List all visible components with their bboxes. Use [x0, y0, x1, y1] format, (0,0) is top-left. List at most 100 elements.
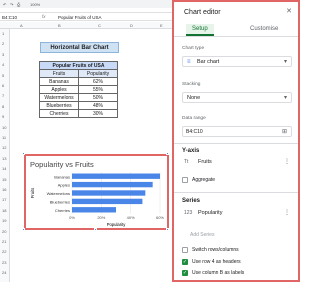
stacking-label: Stacking [182, 82, 201, 87]
column-headers: A B C D E [0, 22, 172, 29]
fx-icon: fx [42, 14, 46, 19]
popularity-cell[interactable]: 55% [78, 85, 118, 94]
checkbox-checked-icon: ✓ [182, 270, 188, 276]
text-type-icon: Tt [184, 159, 189, 165]
row-header[interactable]: 5 [2, 73, 4, 78]
row-header[interactable]: 7 [2, 93, 4, 98]
popularity-cell[interactable]: 48% [78, 101, 118, 110]
popularity-cell[interactable]: 50% [78, 93, 118, 102]
fruit-cell[interactable]: Watermelons [39, 93, 79, 102]
row-header[interactable]: 16 [2, 187, 6, 192]
series-section-title: Series [182, 198, 201, 204]
row-header[interactable]: 3 [2, 52, 4, 57]
table-row: Cherries 30% [39, 109, 118, 118]
category-label: Blueberries [50, 199, 70, 204]
row-header[interactable]: 4 [2, 62, 4, 67]
fruit-cell[interactable]: Bananas [39, 77, 79, 86]
row-header[interactable]: 17 [2, 197, 6, 202]
grid-select-icon[interactable]: ⊞ [282, 128, 287, 135]
name-box[interactable]: B4:C10 [2, 15, 27, 20]
column-label[interactable]: Popularity [78, 69, 118, 78]
row-header[interactable]: 8 [2, 104, 4, 109]
series-chip[interactable]: 123 Popularity ⋮ [182, 209, 292, 219]
chart-type-select[interactable]: ≡ Bar chart ▾ [182, 56, 292, 67]
table-row: Bananas 62% [39, 77, 118, 86]
row-header[interactable]: 13 [2, 156, 6, 161]
series-value: Popularity [198, 210, 223, 216]
close-icon[interactable]: ✕ [286, 7, 292, 15]
bar[interactable] [72, 181, 153, 188]
table-header[interactable]: Popular Fruits of USA [39, 61, 118, 70]
fruit-cell[interactable]: Apples [39, 85, 79, 94]
x-axis-chip[interactable]: Tt Fruits ⋮ [182, 158, 292, 168]
resize-handle[interactable] [166, 152, 169, 155]
bar[interactable] [72, 207, 116, 213]
tab-setup[interactable]: Setup [186, 24, 214, 36]
row-header[interactable]: 20 [2, 229, 6, 234]
chart-plot: 0% 20% 40% 60% Bananas Apples Watermelons Blueb… [30, 172, 164, 227]
resize-handle[interactable] [22, 152, 25, 155]
category-label: Watermelons [47, 191, 70, 196]
category-label: Bananas [54, 174, 70, 179]
row-header[interactable]: 22 [2, 249, 6, 254]
popularity-cell[interactable]: 62% [78, 77, 118, 86]
redo-icon[interactable]: ↷ [10, 2, 13, 7]
checkbox-checked-icon: ✓ [182, 259, 188, 265]
x-axis-title: Popularity [107, 222, 127, 227]
divider [174, 143, 298, 144]
row-header[interactable]: 23 [2, 260, 6, 265]
more-vert-icon[interactable]: ⋮ [284, 209, 290, 216]
sheet-title-cell[interactable]: Horizontal Bar Chart [40, 42, 119, 53]
bar[interactable] [72, 190, 146, 196]
tab-customise[interactable]: Customise [250, 26, 278, 32]
stacking-select[interactable]: None ▾ [182, 92, 292, 103]
column-header[interactable]: D [130, 23, 133, 28]
use-headers-label: Use row 4 as headers [192, 259, 241, 265]
table-row: Apples 55% [39, 85, 118, 94]
row-header[interactable]: 24 [2, 270, 6, 275]
row-header[interactable]: 21 [2, 239, 6, 244]
row-header[interactable]: 15 [2, 177, 6, 182]
data-range-label: Data range [182, 116, 206, 121]
row-header[interactable]: 11 [2, 135, 6, 140]
column-header[interactable]: B [58, 23, 61, 28]
row-header[interactable]: 19 [2, 218, 6, 223]
row-header[interactable]: 12 [2, 145, 6, 150]
row-header[interactable]: 6 [2, 83, 4, 88]
editor-title: Chart editor [184, 9, 221, 16]
column-header[interactable]: A [20, 23, 23, 28]
bar[interactable] [72, 198, 143, 205]
column-label[interactable]: Fruits [39, 69, 79, 78]
undo-icon[interactable]: ↶ [3, 2, 6, 7]
row-header[interactable]: 14 [2, 166, 6, 171]
divider [174, 192, 298, 193]
x-axis-section-title: Y-axis [182, 148, 200, 154]
bar-chart-icon: ≡ [187, 59, 191, 65]
formula-bar: B4:C10 fx Popular Fruits of USA [0, 12, 172, 21]
zoom-select[interactable]: 100% [30, 2, 40, 7]
row-header[interactable]: 18 [2, 208, 6, 213]
bar-chart[interactable]: Popularity vs Fruits 0% 20% 40% 60% Bananas A… [24, 154, 169, 230]
row-header[interactable]: 10 [2, 125, 6, 130]
x-tick-label: 60% [156, 215, 164, 220]
row-headers: 1 2 3 4 5 6 7 8 9 10 11 12 13 14 15 16 17 18 19 20 21 22 23 24 [0, 29, 10, 282]
number-type-icon: 123 [184, 210, 193, 216]
column-header[interactable]: C [98, 23, 101, 28]
bar[interactable] [72, 173, 160, 179]
x-axis-value: Fruits [198, 159, 212, 165]
chart-type-label: Chart type [182, 46, 205, 51]
chevron-down-icon: ▾ [283, 95, 287, 101]
formula-input[interactable]: Popular Fruits of USA [58, 15, 102, 20]
data-range-input[interactable]: B4:C10 ⊞ [182, 126, 292, 137]
popularity-cell[interactable]: 30% [78, 109, 118, 118]
row-header[interactable]: 1 [2, 31, 4, 36]
row-header[interactable]: 2 [2, 41, 4, 46]
fruit-cell[interactable]: Cherries [39, 109, 79, 118]
row-header[interactable]: 9 [2, 114, 4, 119]
more-vert-icon[interactable]: ⋮ [284, 158, 290, 165]
y-axis-title: Fruits [30, 188, 35, 198]
column-header[interactable]: E [160, 23, 163, 28]
resize-handle[interactable] [22, 228, 25, 231]
print-icon[interactable]: ⎙ [17, 2, 20, 7]
fruit-cell[interactable]: Blueberries [39, 101, 79, 110]
